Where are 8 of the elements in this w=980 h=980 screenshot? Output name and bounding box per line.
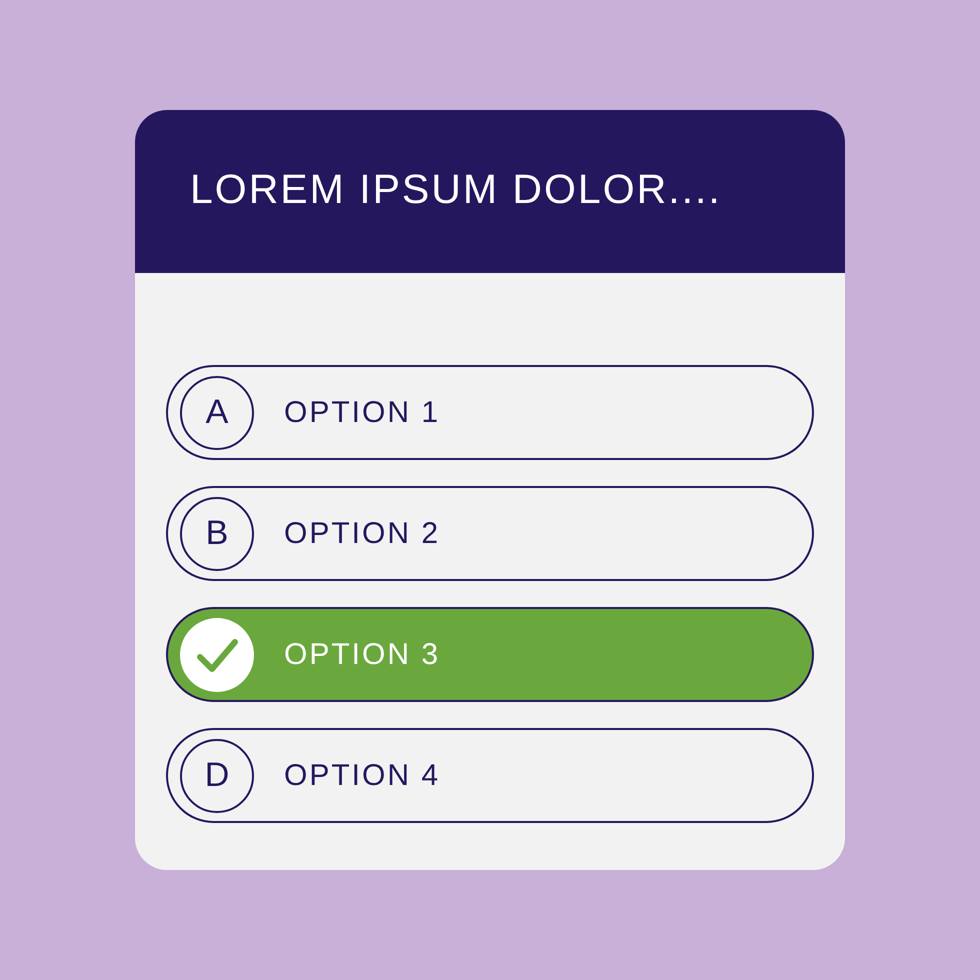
answer-option[interactable]: D OPTION 4 <box>166 728 814 823</box>
option-letter: A <box>180 376 254 450</box>
option-letter: B <box>180 496 254 570</box>
answer-option[interactable]: A OPTION 1 <box>166 365 814 460</box>
check-icon <box>180 618 254 692</box>
option-letter: D <box>180 738 254 812</box>
question-title: LOREM IPSUM DOLOR.... <box>190 166 722 214</box>
answer-option[interactable]: B OPTION 2 <box>166 486 814 581</box>
